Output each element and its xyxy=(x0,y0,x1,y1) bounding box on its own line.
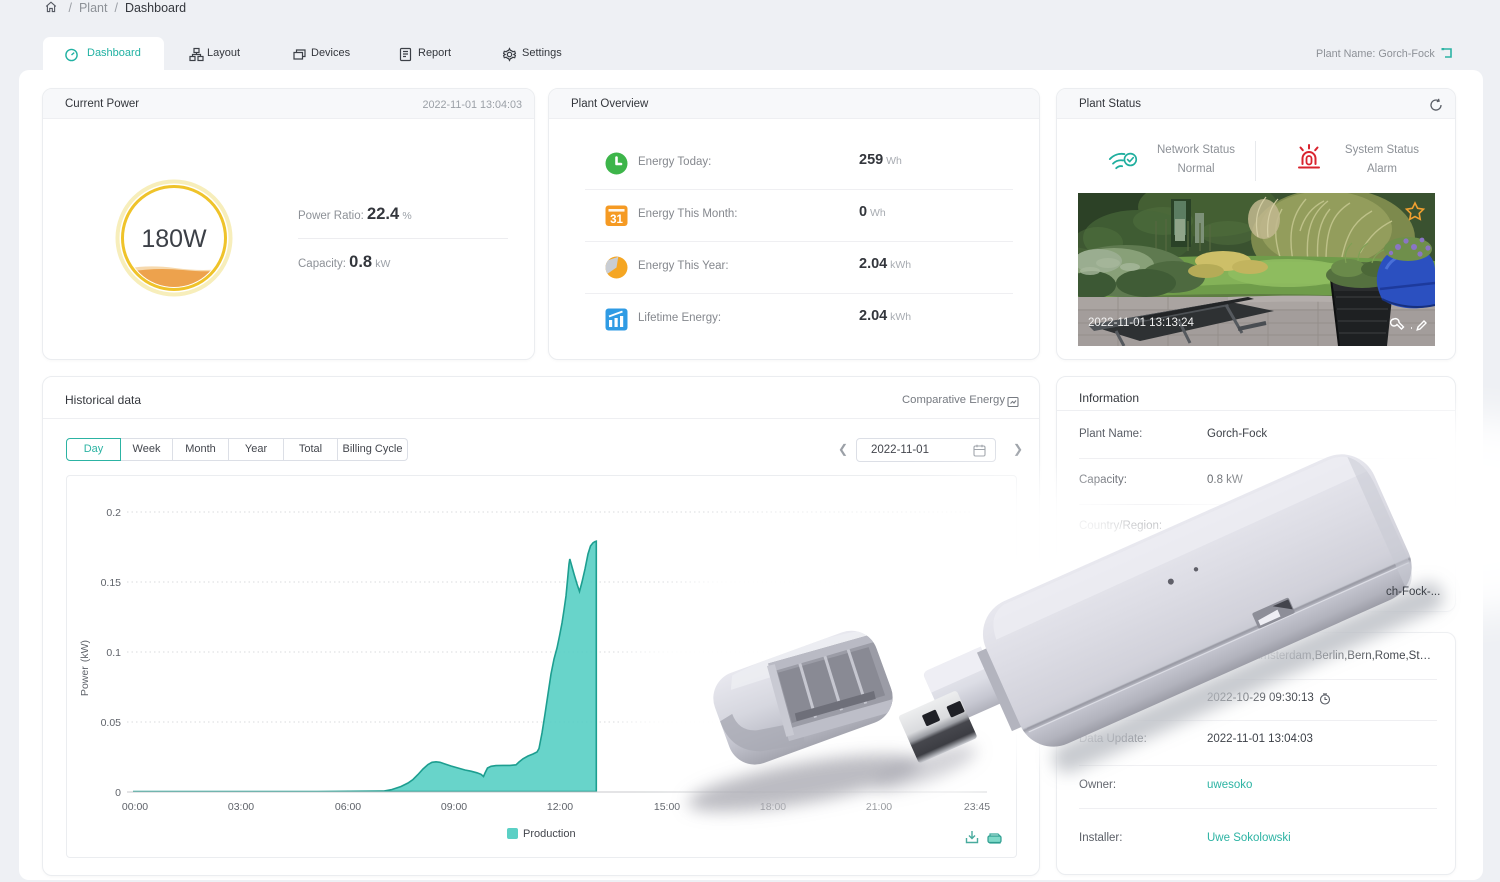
svg-text:Production: Production xyxy=(523,828,576,840)
svg-text:0.15: 0.15 xyxy=(101,577,122,589)
svg-text:0.2: 0.2 xyxy=(106,507,121,519)
svg-text:00:00: 00:00 xyxy=(122,801,148,813)
svg-text:0: 0 xyxy=(115,787,121,799)
svg-text:06:00: 06:00 xyxy=(335,801,361,813)
svg-text:0.1: 0.1 xyxy=(106,647,121,659)
svg-text:180W: 180W xyxy=(141,225,207,253)
svg-text:09:00: 09:00 xyxy=(441,801,467,813)
svg-text:31: 31 xyxy=(610,214,623,226)
svg-text:0.05: 0.05 xyxy=(101,717,122,729)
svg-text:2022-11-01 13:13:24: 2022-11-01 13:13:24 xyxy=(1088,317,1195,329)
svg-text:03:00: 03:00 xyxy=(228,801,254,813)
svg-text:Power (kW): Power (kW) xyxy=(79,640,91,696)
svg-text:12:00: 12:00 xyxy=(547,801,573,813)
